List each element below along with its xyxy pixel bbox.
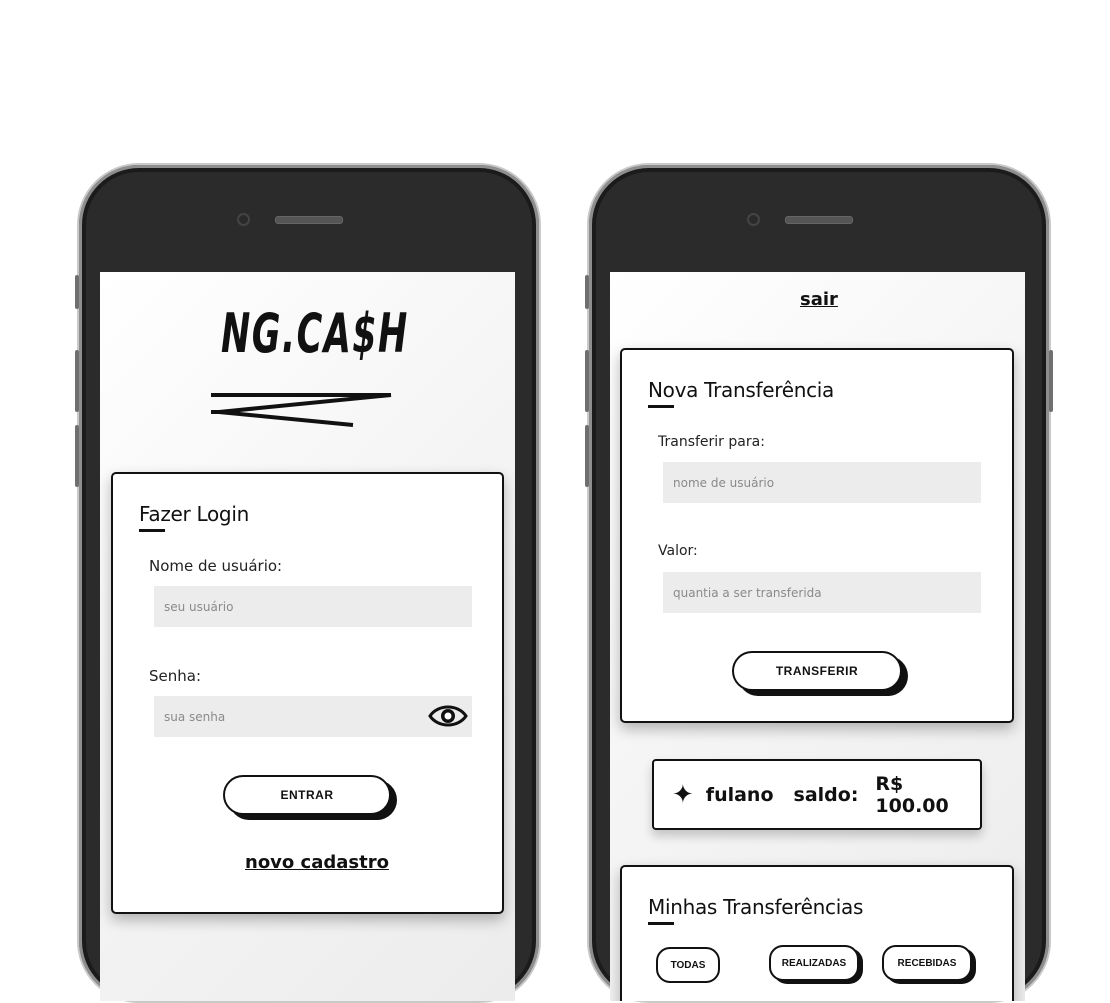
username-placeholder: seu usuário — [164, 599, 234, 614]
volume-down-button — [75, 425, 79, 487]
recipient-input[interactable]: nome de usuário — [663, 462, 981, 503]
username-input[interactable]: seu usuário — [154, 586, 472, 627]
recipient-placeholder: nome de usuário — [673, 475, 775, 490]
username-label: Nome de usuário: — [149, 557, 283, 575]
new-transfer-title: Nova Transferência — [648, 378, 835, 402]
logo-zigzag-icon — [211, 393, 392, 427]
sparkle-icon: ✦ — [672, 779, 694, 810]
balance-box: ✦ fulano saldo: R$ 100.00 — [652, 759, 982, 830]
balance-username: fulano — [705, 783, 774, 806]
password-placeholder: sua senha — [164, 709, 226, 724]
transfer-button[interactable]: TRANSFERIR — [732, 651, 902, 691]
my-transfers-card: Minhas Transferências TODAS REALIZADAS R… — [620, 865, 1014, 1001]
login-card: Fazer Login Nome de usuário: seu usuário… — [111, 472, 504, 914]
my-transfers-title: Minhas Transferências — [648, 895, 864, 919]
mute-switch — [585, 275, 589, 309]
register-link[interactable]: novo cadastro — [245, 852, 389, 873]
camera-icon — [747, 213, 760, 226]
volume-up-button — [585, 350, 589, 412]
balance-label: saldo: — [793, 783, 859, 806]
filter-all-tab[interactable]: TODAS — [656, 947, 720, 983]
amount-label: Valor: — [658, 543, 698, 559]
balance-value: R$ 100.00 — [875, 772, 949, 817]
login-card-title: Fazer Login — [139, 502, 249, 526]
password-input[interactable]: sua senha — [154, 696, 472, 737]
recipient-label: Transferir para: — [658, 434, 765, 450]
filter-sent-tab[interactable]: REALIZADAS — [769, 945, 859, 981]
mute-switch — [75, 275, 79, 309]
title-underline — [648, 405, 674, 408]
dashboard-screen: sair Nova Transferência Transferir para:… — [610, 272, 1025, 1001]
logout-link[interactable]: sair — [800, 289, 838, 310]
speaker-grille — [785, 216, 853, 224]
password-label: Senha: — [149, 667, 202, 685]
volume-up-button — [75, 350, 79, 412]
speaker-grille — [275, 216, 343, 224]
filter-received-tab[interactable]: RECEBIDAS — [882, 945, 972, 981]
volume-down-button — [585, 425, 589, 487]
camera-icon — [237, 213, 250, 226]
login-screen: NG.CA$H Fazer Login Nome de usuário: seu… — [100, 272, 515, 1001]
title-underline — [139, 529, 165, 532]
amount-placeholder: quantia a ser transferida — [673, 585, 822, 600]
phone-frame-login: NG.CA$H Fazer Login Nome de usuário: seu… — [75, 163, 541, 1003]
title-underline — [648, 922, 674, 925]
phone-frame-dashboard: sair Nova Transferência Transferir para:… — [585, 163, 1053, 1003]
new-transfer-card: Nova Transferência Transferir para: nome… — [620, 348, 1014, 723]
amount-input[interactable]: quantia a ser transferida — [663, 572, 981, 613]
ng-cash-logo: NG.CA$H — [211, 302, 411, 432]
show-password-eye-icon[interactable] — [428, 703, 468, 729]
power-button — [1049, 350, 1053, 412]
enter-button[interactable]: ENTRAR — [223, 775, 391, 815]
